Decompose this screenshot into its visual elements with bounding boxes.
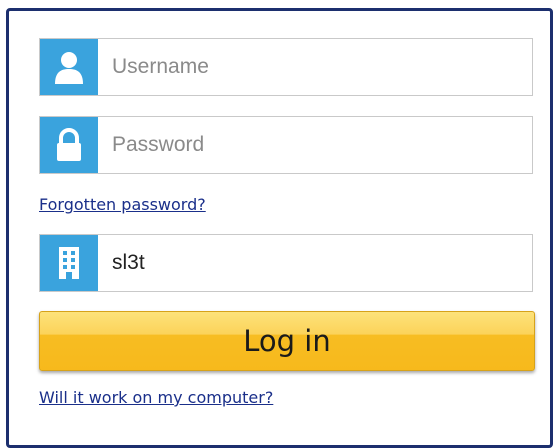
user-icon [40,39,98,95]
compatibility-link[interactable]: Will it work on my computer? [39,388,273,407]
building-icon [40,235,98,291]
username-input[interactable] [98,40,532,94]
forgotten-password-link[interactable]: Forgotten password? [39,195,206,214]
organisation-input[interactable] [98,236,532,290]
lock-icon [40,117,98,173]
username-field-row [39,38,533,96]
login-panel: Forgotten password? Log in Will it work … [6,8,553,448]
password-input[interactable] [98,118,532,172]
login-button[interactable]: Log in [39,311,535,371]
organisation-field-row [39,234,533,292]
password-field-row [39,116,533,174]
